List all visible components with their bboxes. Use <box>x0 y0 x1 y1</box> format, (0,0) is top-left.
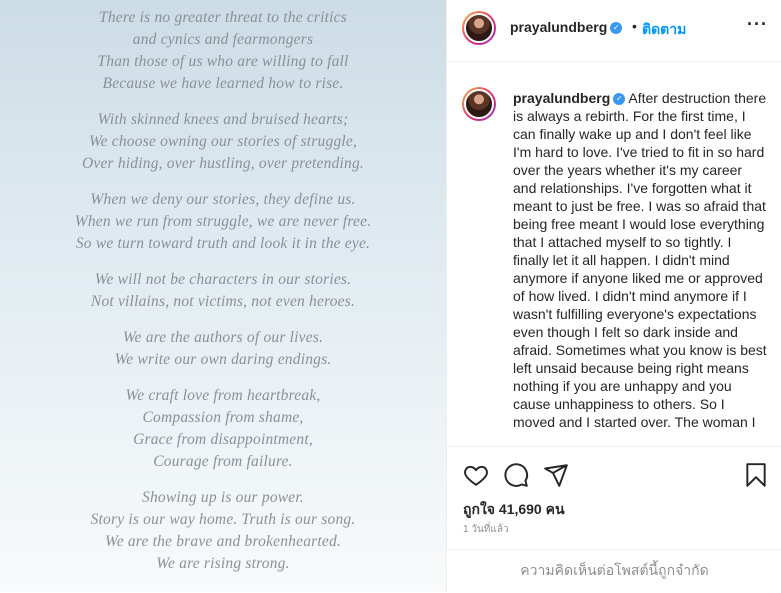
poem-text: There is no greater threat to the critic… <box>0 7 446 589</box>
poem-stanza: Showing up is our power. Story is our wa… <box>0 487 446 575</box>
poem-line: When we run from struggle, we are never … <box>74 213 372 230</box>
poem-line: We craft love from heartbreak, <box>125 387 321 404</box>
caption-avatar[interactable] <box>462 87 496 121</box>
post-image: There is no greater threat to the critic… <box>0 0 446 592</box>
caption-area: prayalundberg ✓ After destruction there i… <box>447 62 781 446</box>
poem-line: and cynics and fearmongers <box>132 31 314 48</box>
bookmark-icon[interactable] <box>743 462 769 488</box>
more-options-icon[interactable]: ··· <box>747 14 768 35</box>
poem-stanza: There is no greater threat to the critic… <box>0 7 446 95</box>
poem-line: With skinned knees and bruised hearts; <box>97 111 349 128</box>
likes-count[interactable]: ถูกใจ 41,690 คน <box>463 499 565 521</box>
poem-line: We are the brave and brokenhearted. <box>105 533 341 550</box>
poem-line: Showing up is our power. <box>142 489 304 506</box>
action-bar: ถูกใจ 41,690 คน 1 วันที่แล้ว ความคิดเห็น… <box>447 446 781 592</box>
post-header: prayalundberg ✓ • ติดตาม ··· <box>447 0 781 62</box>
separator-dot: • <box>632 18 637 34</box>
poem-line: Courage from failure. <box>153 453 293 470</box>
poem-line: We choose owning our stories of struggle… <box>88 133 358 150</box>
poem-stanza: When we deny our stories, they define us… <box>0 189 446 255</box>
poem-stanza: We are the authors of our lives. We writ… <box>0 327 446 371</box>
comments-disabled-notice: ความคิดเห็นต่อโพสต์นี้ถูกจำกัด <box>447 549 781 593</box>
username-text[interactable]: prayalundberg <box>510 19 607 35</box>
poem-line: Than those of us who are willing to fall <box>97 53 349 70</box>
poem-line: Over hiding, over hustling, over pretend… <box>81 155 364 172</box>
poem-line: We are rising strong. <box>156 555 290 572</box>
verified-badge-icon: ✓ <box>613 93 626 106</box>
poem-line: We will not be characters in our stories… <box>94 271 352 288</box>
poem-line: We are the authors of our lives. <box>122 329 324 346</box>
caption-body: After destruction there is always a rebi… <box>513 90 767 430</box>
poem-stanza: With skinned knees and bruised hearts; W… <box>0 109 446 175</box>
poem-line: Grace from disappointment, <box>133 431 313 448</box>
poem-line: There is no greater threat to the critic… <box>99 9 347 26</box>
poem-stanza: We will not be characters in our stories… <box>0 269 446 313</box>
share-icon[interactable] <box>543 462 569 488</box>
poem-line: Not villains, not victims, not even hero… <box>90 293 356 310</box>
poem-line: Because we have learned how to rise. <box>102 75 344 92</box>
follow-button[interactable]: ติดตาม <box>642 19 686 41</box>
poem-line: So we turn toward truth and look it in t… <box>75 235 371 252</box>
comment-icon[interactable] <box>503 462 529 488</box>
heart-icon[interactable] <box>463 462 489 488</box>
verified-badge-icon: ✓ <box>610 22 623 35</box>
post-timestamp[interactable]: 1 วันที่แล้ว <box>463 522 509 537</box>
avatar[interactable] <box>462 11 496 45</box>
header-username[interactable]: prayalundberg ✓ <box>510 19 623 35</box>
post-sidebar: prayalundberg ✓ • ติดตาม ··· prayalundber… <box>446 0 781 592</box>
poem-line: Compassion from shame, <box>142 409 304 426</box>
poem-line: We write our own daring endings. <box>114 351 332 368</box>
poem-line: Story is our way home. Truth is our song… <box>90 511 356 528</box>
poem-stanza: We craft love from heartbreak, Compassio… <box>0 385 446 473</box>
caption-username[interactable]: prayalundberg <box>513 90 610 106</box>
poem-line: When we deny our stories, they define us… <box>90 191 356 208</box>
caption-text: prayalundberg ✓ After destruction there i… <box>513 89 769 431</box>
